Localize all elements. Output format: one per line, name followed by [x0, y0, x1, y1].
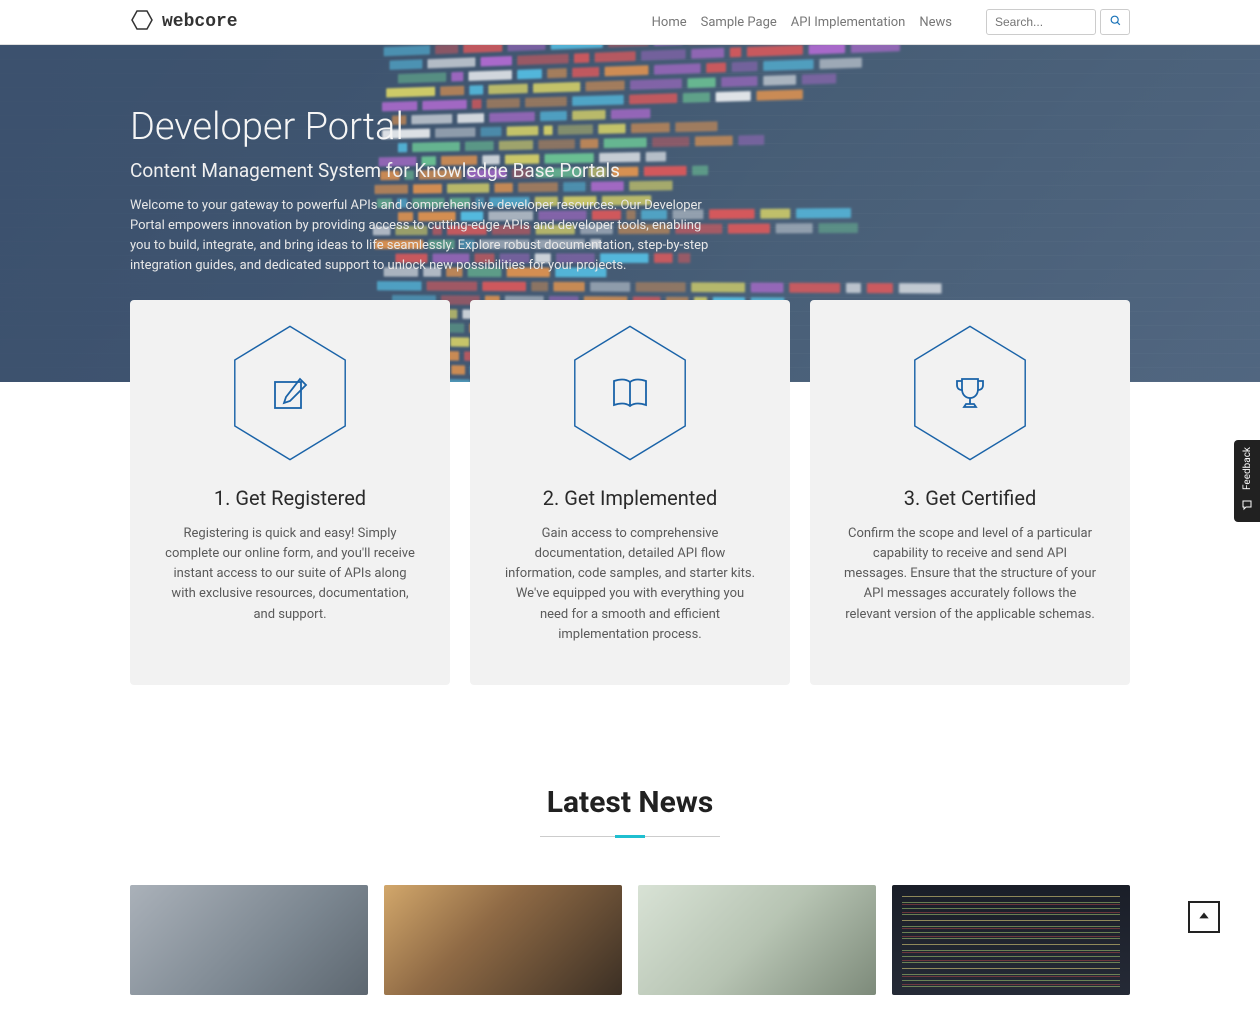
book-icon — [610, 373, 650, 413]
news-card[interactable] — [638, 885, 876, 995]
news-grid — [130, 885, 1130, 995]
trophy-icon — [950, 373, 990, 413]
news-card[interactable] — [892, 885, 1130, 995]
card-body: Gain access to comprehensive documentati… — [502, 524, 758, 645]
primary-nav: Home Sample Page API Implementation News — [652, 9, 1130, 35]
brand-name: webcore — [162, 12, 238, 32]
hexagon-frame — [570, 324, 690, 462]
search-icon — [1109, 14, 1122, 30]
feedback-label: Feedback — [1242, 447, 1253, 490]
card-get-certified[interactable]: 3. Get Certified Confirm the scope and l… — [810, 300, 1130, 685]
chat-icon — [1241, 496, 1253, 515]
news-card[interactable] — [130, 885, 368, 995]
hero-title: Developer Portal — [130, 105, 1130, 149]
card-body: Confirm the scope and level of a particu… — [842, 524, 1098, 625]
news-heading: Latest News — [130, 785, 1130, 820]
card-get-registered[interactable]: 1. Get Registered Registering is quick a… — [130, 300, 450, 685]
hexagon-logo-icon — [130, 8, 154, 36]
brand-logo[interactable]: webcore — [130, 8, 238, 36]
nav-news[interactable]: News — [919, 15, 952, 30]
search-form — [986, 9, 1130, 35]
steps-cards: 1. Get Registered Registering is quick a… — [130, 300, 1130, 765]
news-card[interactable] — [384, 885, 622, 995]
hexagon-frame — [910, 324, 1030, 462]
nav-sample-page[interactable]: Sample Page — [701, 15, 777, 30]
nav-api-implementation[interactable]: API Implementation — [791, 15, 906, 30]
search-input[interactable] — [986, 9, 1096, 35]
pencil-note-icon — [270, 373, 310, 413]
arrow-up-icon — [1197, 908, 1211, 927]
feedback-tab[interactable]: Feedback — [1234, 440, 1260, 522]
hexagon-frame — [230, 324, 350, 462]
hero-body: Welcome to your gateway to powerful APIs… — [130, 196, 710, 277]
card-title: 2. Get Implemented — [502, 486, 758, 510]
nav-home[interactable]: Home — [652, 15, 687, 30]
latest-news-section: Latest News — [130, 765, 1130, 1035]
scroll-to-top-button[interactable] — [1188, 901, 1220, 933]
card-title: 3. Get Certified — [842, 486, 1098, 510]
hero-subtitle: Content Management System for Knowledge … — [130, 159, 1130, 182]
heading-underline — [540, 836, 720, 837]
card-title: 1. Get Registered — [162, 486, 418, 510]
site-header: webcore Home Sample Page API Implementat… — [0, 0, 1260, 45]
card-get-implemented[interactable]: 2. Get Implemented Gain access to compre… — [470, 300, 790, 685]
card-body: Registering is quick and easy! Simply co… — [162, 524, 418, 625]
search-button[interactable] — [1100, 9, 1130, 35]
